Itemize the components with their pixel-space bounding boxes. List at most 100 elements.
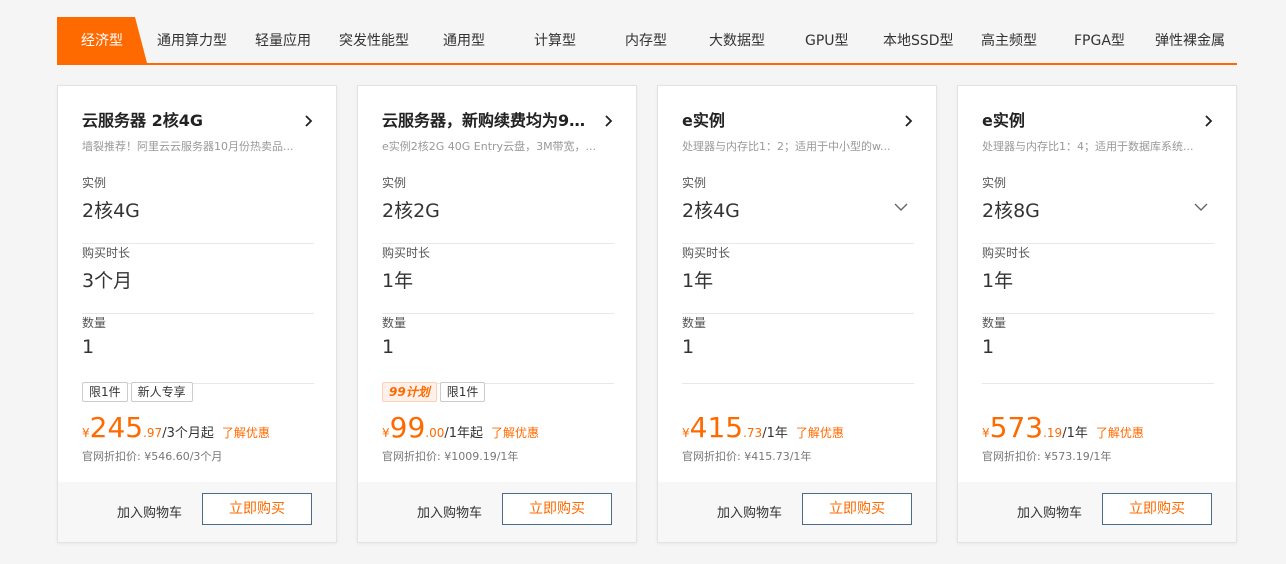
duration-value: 1年 [982,270,1014,292]
price-decimal: .19 [1043,426,1063,440]
price-currency: ¥ [382,426,390,440]
quantity-field: 数量 1 [382,314,614,384]
duration-value: 1年 [382,270,414,292]
tab-general-compute[interactable]: 通用算力型 [157,17,227,63]
duration-field: 购买时长 1年 [682,244,914,314]
add-to-cart-link[interactable]: 加入购物车 [117,502,182,521]
duration-field: 购买时长 1年 [982,244,1214,314]
tab-lightweight[interactable]: 轻量应用 [255,17,311,63]
duration-label: 购买时长 [82,246,131,260]
duration-field: 购买时长 1年 [382,244,614,314]
tab-bare-metal[interactable]: 弹性裸金属 [1155,17,1225,63]
card-header-link[interactable]: 云服务器 2核4G [82,108,314,134]
quantity-label: 数量 [382,316,407,330]
product-card: e实例 处理器与内存比1：2；适用于中小型的w... 实例 2核4G 购买时长 … [657,85,937,543]
instance-field: 实例 2核2G [382,174,614,244]
card-description: 处理器与内存比1：4；适用于数据库系统... [982,140,1194,153]
price-integer: 99 [389,411,426,444]
chevron-right-icon [305,115,313,127]
tab-memory[interactable]: 内存型 [625,17,667,63]
instance-value: 2核2G [382,200,440,222]
card-description: 墙裂推荐！阿里云云服务器10月份热卖品... [82,140,294,153]
card-footer: 加入购物车 立即购买 [958,482,1236,542]
card-description: 处理器与内存比1：2；适用于中小型的w... [682,140,891,153]
quantity-label: 数量 [982,316,1007,330]
tab-big-data[interactable]: 大数据型 [709,17,765,63]
chevron-right-icon [1205,115,1213,127]
tab-local-ssd[interactable]: 本地SSD型 [883,17,954,63]
instance-select[interactable]: 实例 2核4G [682,174,914,244]
instance-value: 2核4G [682,200,740,222]
tab-general-purpose[interactable]: 通用型 [443,17,485,63]
instance-value: 2核8G [982,200,1040,222]
duration-label: 购买时长 [382,246,431,260]
buy-now-button[interactable]: 立即购买 [802,493,912,525]
price-currency: ¥ [82,426,90,440]
card-header-link[interactable]: e实例 [982,108,1214,134]
card-footer: 加入购物车 立即购买 [58,482,336,542]
official-price: 官网折扣价: ¥573.19/1年 [982,450,1112,463]
price: ¥415.73/1年 了解优惠 [682,411,844,445]
duration-label: 购买时长 [982,246,1031,260]
card-title: 云服务器 2核4G [82,111,203,130]
tab-burstable[interactable]: 突发性能型 [339,17,409,63]
new-user-tag: 新人专享 [130,382,193,402]
tag-list: 99计划 限1件 [382,382,488,404]
buy-now-button[interactable]: 立即购买 [502,493,612,525]
quantity-value: 1 [382,336,395,358]
tab-label: 经济型 [81,33,123,49]
card-header-link[interactable]: 云服务器，新购续费均为9... [382,108,614,134]
duration-value: 3个月 [82,270,133,292]
card-footer: 加入购物车 立即购买 [358,482,636,542]
price-unit: /1年起 [444,426,484,441]
add-to-cart-link[interactable]: 加入购物车 [417,502,482,521]
learn-discount-link[interactable]: 了解优惠 [491,426,539,440]
price: ¥99.00/1年起 了解优惠 [382,411,539,445]
learn-discount-link[interactable]: 了解优惠 [222,426,270,440]
tab-gpu[interactable]: GPU型 [805,17,849,63]
quantity-value: 1 [982,336,995,358]
limit-tag: 限1件 [439,382,486,402]
instance-label: 实例 [682,176,707,190]
price-integer: 415 [689,411,744,444]
duration-value: 1年 [682,270,714,292]
duration-field: 购买时长 3个月 [82,244,314,314]
add-to-cart-link[interactable]: 加入购物车 [1017,502,1082,521]
price-integer: 573 [989,411,1044,444]
limit-tag: 限1件 [82,382,128,402]
card-title: 云服务器，新购续费均为9... [382,111,587,130]
card-footer: 加入购物车 立即购买 [658,482,936,542]
tab-economy[interactable]: 经济型 [57,17,147,63]
product-card: 云服务器，新购续费均为9... e实例2核2G 40G Entry云盘，3M带宽… [357,85,637,543]
quantity-field: 数量 1 [682,314,914,384]
price-integer: 245 [89,411,144,444]
card-header-link[interactable]: e实例 [682,108,914,134]
price-decimal: .00 [425,426,445,440]
price: ¥573.19/1年 了解优惠 [982,411,1144,445]
price-decimal: .97 [143,426,163,440]
tab-fpga[interactable]: FPGA型 [1074,17,1125,63]
quantity-field: 数量 1 [82,314,314,384]
chevron-down-icon[interactable] [894,202,908,212]
official-price: 官网折扣价: ¥415.73/1年 [682,450,812,463]
price-unit: /3个月起 [162,426,214,441]
category-tab-bar: 经济型 通用算力型 轻量应用 突发性能型 通用型 计算型 内存型 大数据型 GP… [57,17,1237,65]
learn-discount-link[interactable]: 了解优惠 [796,426,844,440]
price-unit: /1年 [1062,426,1088,441]
buy-now-button[interactable]: 立即购买 [1102,493,1212,525]
instance-label: 实例 [382,176,407,190]
promo-99-plan-tag: 99计划 [382,382,437,402]
tag-list: 限1件 新人专享 [82,382,196,404]
learn-discount-link[interactable]: 了解优惠 [1096,426,1144,440]
add-to-cart-link[interactable]: 加入购物车 [717,502,782,521]
price-currency: ¥ [982,426,990,440]
tab-compute[interactable]: 计算型 [534,17,576,63]
quantity-value: 1 [82,336,95,358]
chevron-down-icon[interactable] [1194,202,1208,212]
quantity-field: 数量 1 [982,314,1214,384]
chevron-right-icon [905,115,913,127]
official-price: 官网折扣价: ¥1009.19/1年 [382,450,519,463]
instance-select[interactable]: 实例 2核8G [982,174,1214,244]
tab-high-frequency[interactable]: 高主频型 [981,17,1037,63]
buy-now-button[interactable]: 立即购买 [202,493,312,525]
